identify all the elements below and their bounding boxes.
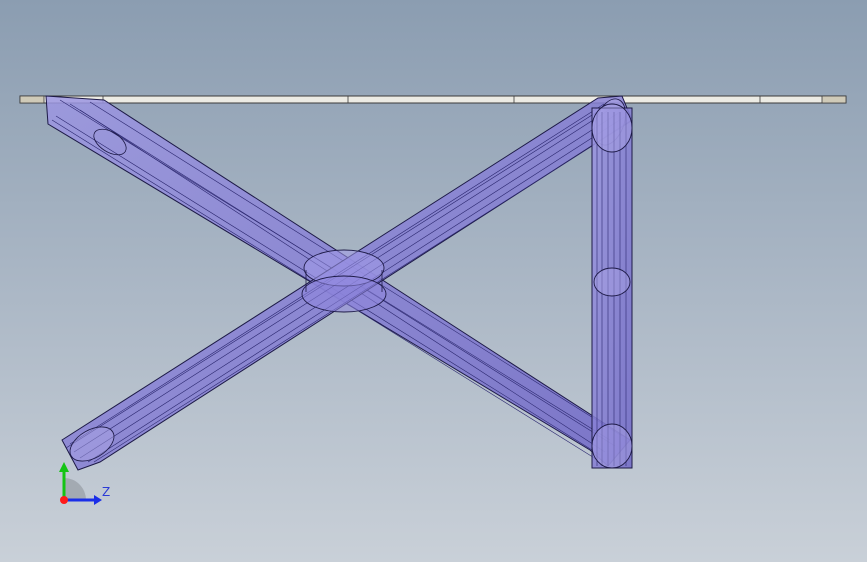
leg-vertical[interactable]: [591, 103, 633, 469]
tabletop[interactable]: [19, 95, 847, 104]
cad-viewport[interactable]: Z: [0, 0, 867, 562]
center-joint[interactable]: [301, 249, 387, 313]
table-model-view: [19, 95, 847, 505]
z-axis-label: Z: [102, 485, 111, 499]
